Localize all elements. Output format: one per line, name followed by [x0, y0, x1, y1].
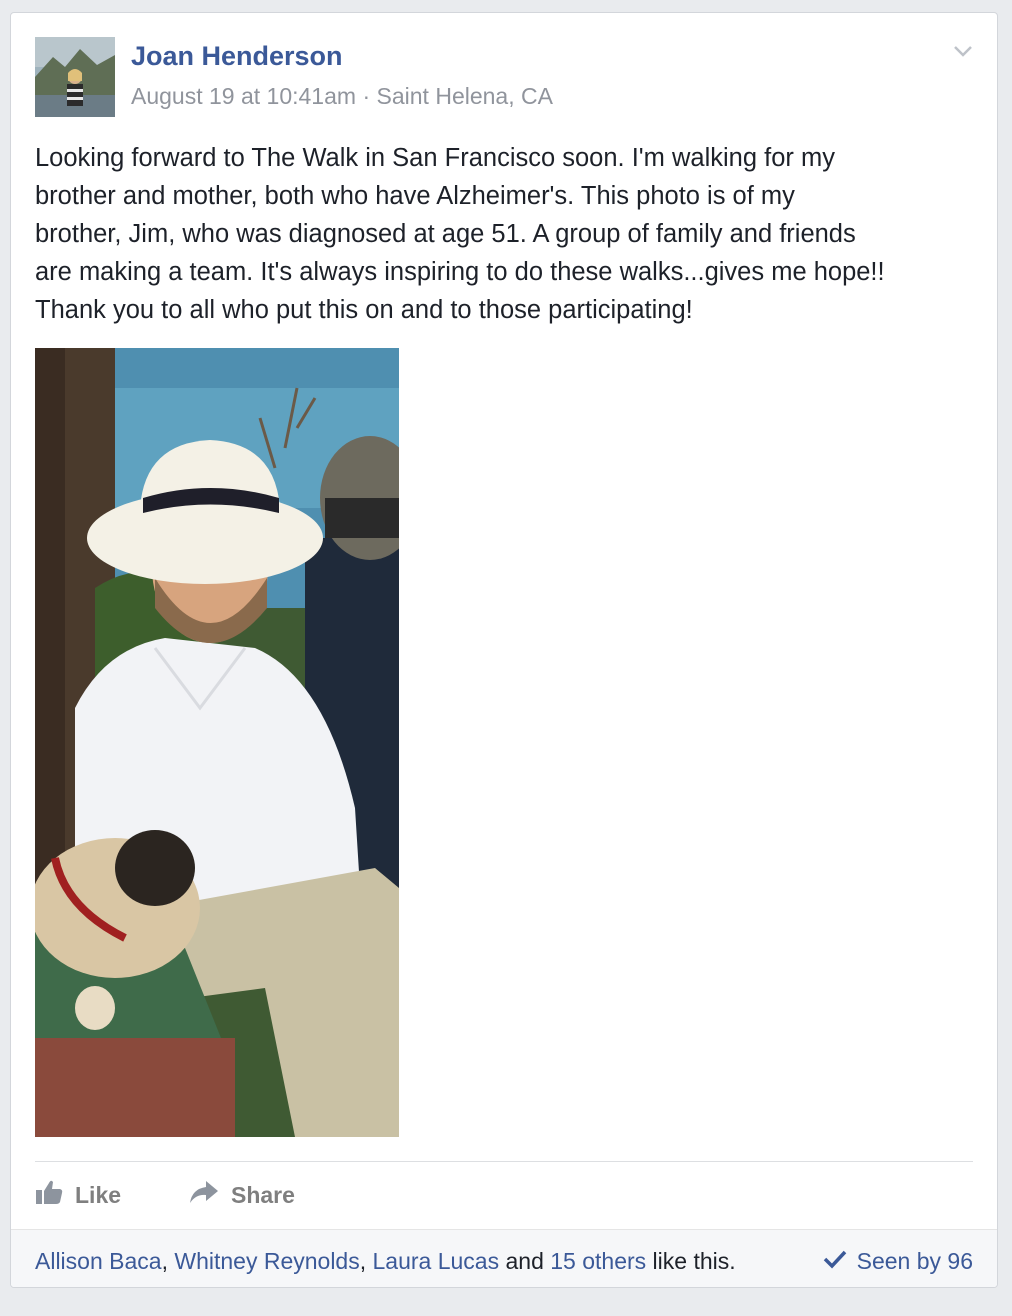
author-avatar[interactable] — [35, 37, 115, 117]
post-text-line: Looking forward to The Walk in San Franc… — [35, 144, 835, 172]
likes-and: and — [499, 1248, 551, 1274]
seen-by-label: Seen by 96 — [856, 1248, 973, 1274]
likes-summary: Allison Baca, Whitney Reynolds, Laura Lu… — [35, 1248, 736, 1275]
thumbs-up-icon — [35, 1179, 75, 1211]
liker-link[interactable]: Laura Lucas — [373, 1248, 500, 1274]
others-link[interactable]: 15 others — [550, 1248, 646, 1274]
liker-link[interactable]: Whitney Reynolds — [174, 1248, 359, 1274]
post-text-line: brother and mother, both who have Alzhei… — [35, 182, 795, 210]
post-card: Joan Henderson August 19 at 10:41am · Sa… — [10, 12, 998, 1288]
seen-by[interactable]: Seen by 96 — [823, 1248, 973, 1275]
post-text-line: brother, Jim, who was diagnosed at age 5… — [35, 220, 856, 248]
post-location-link[interactable]: Saint Helena, CA — [377, 83, 553, 109]
post-footer: Allison Baca, Whitney Reynolds, Laura Lu… — [11, 1229, 997, 1287]
likes-comma: , — [161, 1248, 175, 1274]
checkmark-icon — [823, 1248, 857, 1275]
post-timestamp-link[interactable]: August 19 at 10:41am — [131, 83, 356, 109]
likes-comma: , — [359, 1248, 373, 1274]
post-message: Looking forward to The Walk in San Franc… — [35, 139, 975, 329]
author-name-link[interactable]: Joan Henderson — [131, 41, 343, 72]
liker-link[interactable]: Allison Baca — [35, 1248, 162, 1274]
like-label: Like — [75, 1181, 122, 1208]
chevron-down-icon[interactable] — [951, 39, 975, 63]
share-button[interactable]: Share — [189, 1177, 295, 1213]
like-button[interactable]: Like — [35, 1177, 121, 1213]
post-text-line: Thank you to all who put this on and to … — [35, 296, 693, 324]
share-label: Share — [231, 1181, 295, 1208]
meta-separator: · — [356, 83, 377, 109]
likes-suffix: like this. — [646, 1248, 736, 1274]
post-photo[interactable] — [35, 348, 399, 1137]
post-meta: August 19 at 10:41am · Saint Helena, CA — [131, 83, 553, 110]
post-text-line: are making a team. It's always inspiring… — [35, 258, 885, 286]
actions-divider — [35, 1161, 973, 1162]
share-arrow-icon — [189, 1179, 231, 1211]
